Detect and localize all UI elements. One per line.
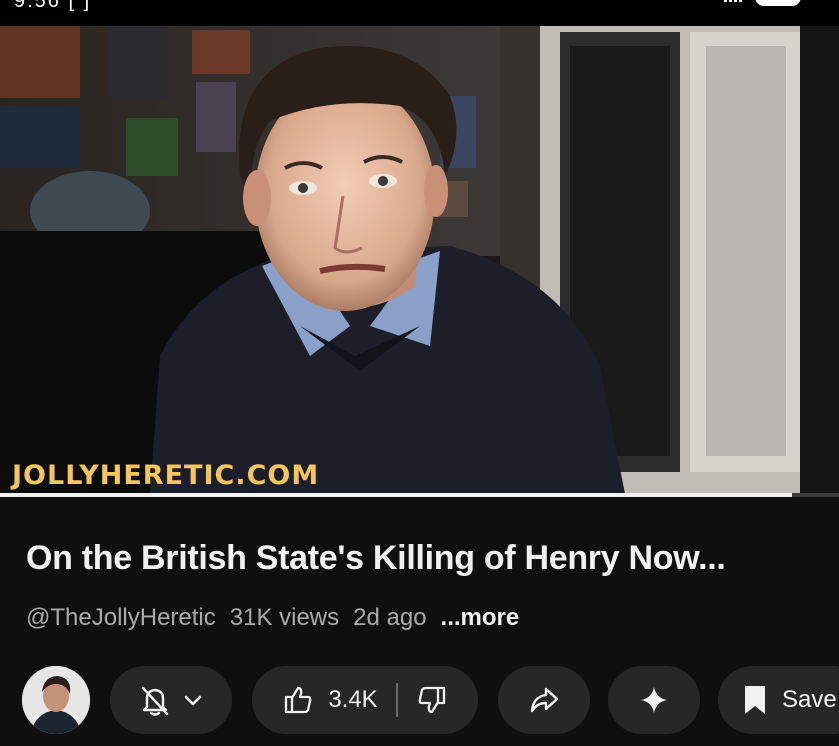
channel-avatar[interactable] (22, 666, 90, 734)
battery-icon (755, 0, 801, 6)
chevron-down-icon (182, 689, 204, 711)
channel-handle[interactable]: @TheJollyHeretic (26, 604, 216, 632)
bookmark-icon (742, 684, 768, 716)
video-frame (0, 26, 839, 494)
action-row: 3.4K Save (0, 666, 839, 736)
thumb-up-icon (282, 684, 314, 716)
like-button[interactable]: 3.4K (252, 666, 395, 734)
channel-watermark: JOLLYHERETIC.COM (12, 460, 320, 491)
sparkle-icon (638, 684, 670, 716)
bell-off-icon (138, 683, 172, 717)
save-label: Save (782, 686, 837, 713)
share-icon (527, 683, 561, 717)
save-button[interactable]: Save (718, 666, 839, 734)
subscribe-notifications-button[interactable] (110, 666, 232, 734)
video-title[interactable]: On the British State's Killing of Henry … (26, 539, 816, 578)
like-dislike-group: 3.4K (252, 666, 478, 734)
dislike-button[interactable] (398, 666, 478, 734)
signal-icon (724, 0, 744, 2)
ask-ai-button[interactable] (608, 666, 700, 734)
video-progress-bar[interactable] (0, 493, 839, 497)
like-count: 3.4K (328, 686, 378, 713)
status-bar: 9:56 [ ] (0, 0, 839, 26)
share-button[interactable] (498, 666, 590, 734)
more-description-link[interactable]: ...more (441, 604, 520, 632)
status-bar-time: 9:56 [ ] (14, 0, 92, 12)
video-player[interactable]: JOLLYHERETIC.COM (0, 26, 839, 494)
video-meta[interactable]: @TheJollyHeretic 31K views 2d ago ...mor… (26, 604, 519, 632)
thumb-down-icon (416, 684, 448, 716)
progress-fill (0, 493, 793, 497)
upload-age: 2d ago (353, 604, 427, 631)
view-count: 31K views (229, 604, 340, 631)
